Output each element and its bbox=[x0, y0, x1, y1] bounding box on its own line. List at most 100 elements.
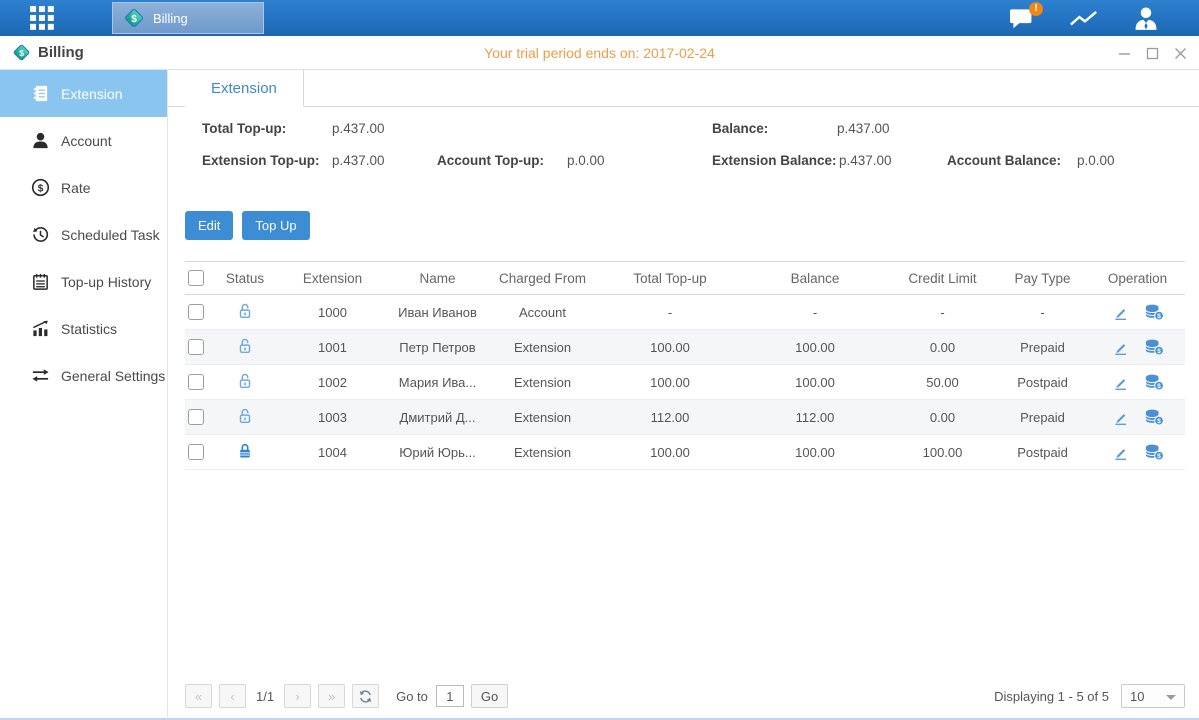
chevron-down-icon bbox=[1166, 695, 1176, 700]
row-edit-icon[interactable] bbox=[1112, 374, 1129, 391]
row-checkbox[interactable] bbox=[188, 304, 204, 320]
col-extension: Extension bbox=[275, 271, 390, 286]
page-size-select[interactable]: 10 bbox=[1121, 684, 1185, 708]
extension-topup-label: Extension Top-up: bbox=[202, 153, 320, 168]
cell-extension: 1002 bbox=[275, 375, 390, 390]
cell-charged-from: Account bbox=[485, 305, 600, 320]
row-checkbox[interactable] bbox=[188, 339, 204, 355]
svg-text:$: $ bbox=[1157, 313, 1161, 320]
sidebar-item-label: Statistics bbox=[61, 321, 117, 337]
cell-balance: 100.00 bbox=[740, 445, 890, 460]
total-topup-value: p.437.00 bbox=[332, 121, 385, 136]
maximize-button[interactable] bbox=[1145, 46, 1159, 60]
account-topup-value: p.0.00 bbox=[567, 153, 605, 168]
row-topup-icon[interactable]: $ bbox=[1144, 443, 1164, 461]
row-edit-icon[interactable] bbox=[1112, 339, 1129, 356]
row-topup-icon[interactable]: $ bbox=[1144, 303, 1164, 321]
edit-button[interactable]: Edit bbox=[185, 211, 233, 240]
cell-name: Юрий Юрь... bbox=[390, 445, 485, 460]
balance-summary: Total Top-up: p.437.00 Balance: p.437.00… bbox=[185, 121, 1185, 185]
trend-chart-icon bbox=[1069, 6, 1099, 30]
first-page-button[interactable]: « bbox=[185, 684, 212, 708]
sidebar-item-label: Scheduled Task bbox=[61, 227, 160, 243]
row-checkbox[interactable] bbox=[188, 444, 204, 460]
pagination-bar: « ‹ 1/1 › » Go to Go Displaying 1 - 5 of… bbox=[185, 684, 1185, 708]
cell-credit-limit: 100.00 bbox=[890, 445, 995, 460]
table-row: 1000 Иван Иванов Account - - - - $ bbox=[185, 295, 1185, 330]
cell-charged-from: Extension bbox=[485, 340, 600, 355]
goto-page-input[interactable] bbox=[436, 685, 464, 707]
notification-badge: ! bbox=[1029, 2, 1043, 16]
page-indicator: 1/1 bbox=[256, 689, 274, 704]
unlock-icon bbox=[236, 337, 254, 355]
sidebar-item-rate[interactable]: $ Rate bbox=[0, 164, 167, 211]
statistics-monitor-button[interactable] bbox=[1067, 3, 1101, 33]
sidebar-item-topup-history[interactable]: Top-up History bbox=[0, 258, 167, 305]
sidebar-item-scheduled-task[interactable]: Scheduled Task bbox=[0, 211, 167, 258]
row-topup-icon[interactable]: $ bbox=[1144, 373, 1164, 391]
refresh-icon bbox=[358, 689, 373, 704]
row-edit-icon[interactable] bbox=[1112, 409, 1129, 426]
cell-charged-from: Extension bbox=[485, 375, 600, 390]
taskbar-item-billing[interactable]: $ Billing bbox=[112, 2, 264, 34]
account-balance-label: Account Balance: bbox=[947, 153, 1061, 168]
sidebar-item-extension[interactable]: Extension bbox=[0, 70, 167, 117]
row-edit-icon[interactable] bbox=[1112, 304, 1129, 321]
cell-total-topup: 100.00 bbox=[600, 340, 740, 355]
grid-icon bbox=[29, 5, 55, 31]
row-checkbox[interactable] bbox=[188, 374, 204, 390]
last-page-button[interactable]: » bbox=[318, 684, 345, 708]
topup-button[interactable]: Top Up bbox=[242, 211, 309, 240]
window-title-bar: $ Billing Your trial period ends on: 201… bbox=[0, 36, 1199, 70]
row-edit-icon[interactable] bbox=[1112, 444, 1129, 461]
sidebar-item-general-settings[interactable]: General Settings bbox=[0, 352, 167, 399]
cell-charged-from: Extension bbox=[485, 445, 600, 460]
account-balance-value: p.0.00 bbox=[1077, 153, 1115, 168]
cell-name: Дмитрий Д... bbox=[390, 410, 485, 425]
main-panel: Extension Total Top-up: p.437.00 Balance… bbox=[168, 70, 1199, 717]
col-charged-from: Charged From bbox=[485, 271, 600, 286]
col-balance: Balance bbox=[740, 271, 890, 286]
cell-extension: 1004 bbox=[275, 445, 390, 460]
cell-name: Мария Ива... bbox=[390, 375, 485, 390]
statistics-icon bbox=[30, 319, 50, 339]
tab-extension[interactable]: Extension bbox=[185, 70, 304, 107]
row-topup-icon[interactable]: $ bbox=[1144, 338, 1164, 356]
billing-app-icon: $ bbox=[123, 7, 145, 29]
balance-value: p.437.00 bbox=[837, 121, 890, 136]
cell-credit-limit: 0.00 bbox=[890, 410, 995, 425]
minimize-button[interactable] bbox=[1117, 46, 1131, 60]
next-page-button[interactable]: › bbox=[284, 684, 311, 708]
cell-total-topup: 100.00 bbox=[600, 445, 740, 460]
user-account-button[interactable] bbox=[1129, 3, 1163, 33]
sidebar-item-label: Extension bbox=[61, 86, 122, 102]
select-all-checkbox[interactable] bbox=[188, 270, 204, 286]
account-topup-label: Account Top-up: bbox=[437, 153, 544, 168]
close-icon bbox=[1174, 47, 1187, 60]
cell-charged-from: Extension bbox=[485, 410, 600, 425]
go-button[interactable]: Go bbox=[471, 684, 508, 708]
billing-window-icon: $ bbox=[12, 43, 31, 62]
sidebar-item-label: Account bbox=[61, 133, 112, 149]
svg-text:$: $ bbox=[19, 48, 24, 58]
sidebar-item-label: Top-up History bbox=[61, 274, 151, 290]
close-button[interactable] bbox=[1173, 46, 1187, 60]
cell-extension: 1000 bbox=[275, 305, 390, 320]
cell-balance: - bbox=[740, 305, 890, 320]
cell-name: Петр Петров bbox=[390, 340, 485, 355]
col-operation: Operation bbox=[1090, 271, 1185, 286]
cell-total-topup: 112.00 bbox=[600, 410, 740, 425]
cell-balance: 112.00 bbox=[740, 410, 890, 425]
row-topup-icon[interactable]: $ bbox=[1144, 408, 1164, 426]
refresh-button[interactable] bbox=[352, 684, 379, 708]
col-credit-limit: Credit Limit bbox=[890, 271, 995, 286]
cell-pay-type: Postpaid bbox=[995, 375, 1090, 390]
sidebar-item-statistics[interactable]: Statistics bbox=[0, 305, 167, 352]
sidebar-item-account[interactable]: Account bbox=[0, 117, 167, 164]
row-checkbox[interactable] bbox=[188, 409, 204, 425]
svg-text:$: $ bbox=[1157, 418, 1161, 425]
table-row: 1002 Мария Ива... Extension 100.00 100.0… bbox=[185, 365, 1185, 400]
app-grid-icon[interactable] bbox=[14, 0, 70, 36]
prev-page-button[interactable]: ‹ bbox=[219, 684, 246, 708]
messages-button[interactable]: ! bbox=[1005, 3, 1039, 33]
